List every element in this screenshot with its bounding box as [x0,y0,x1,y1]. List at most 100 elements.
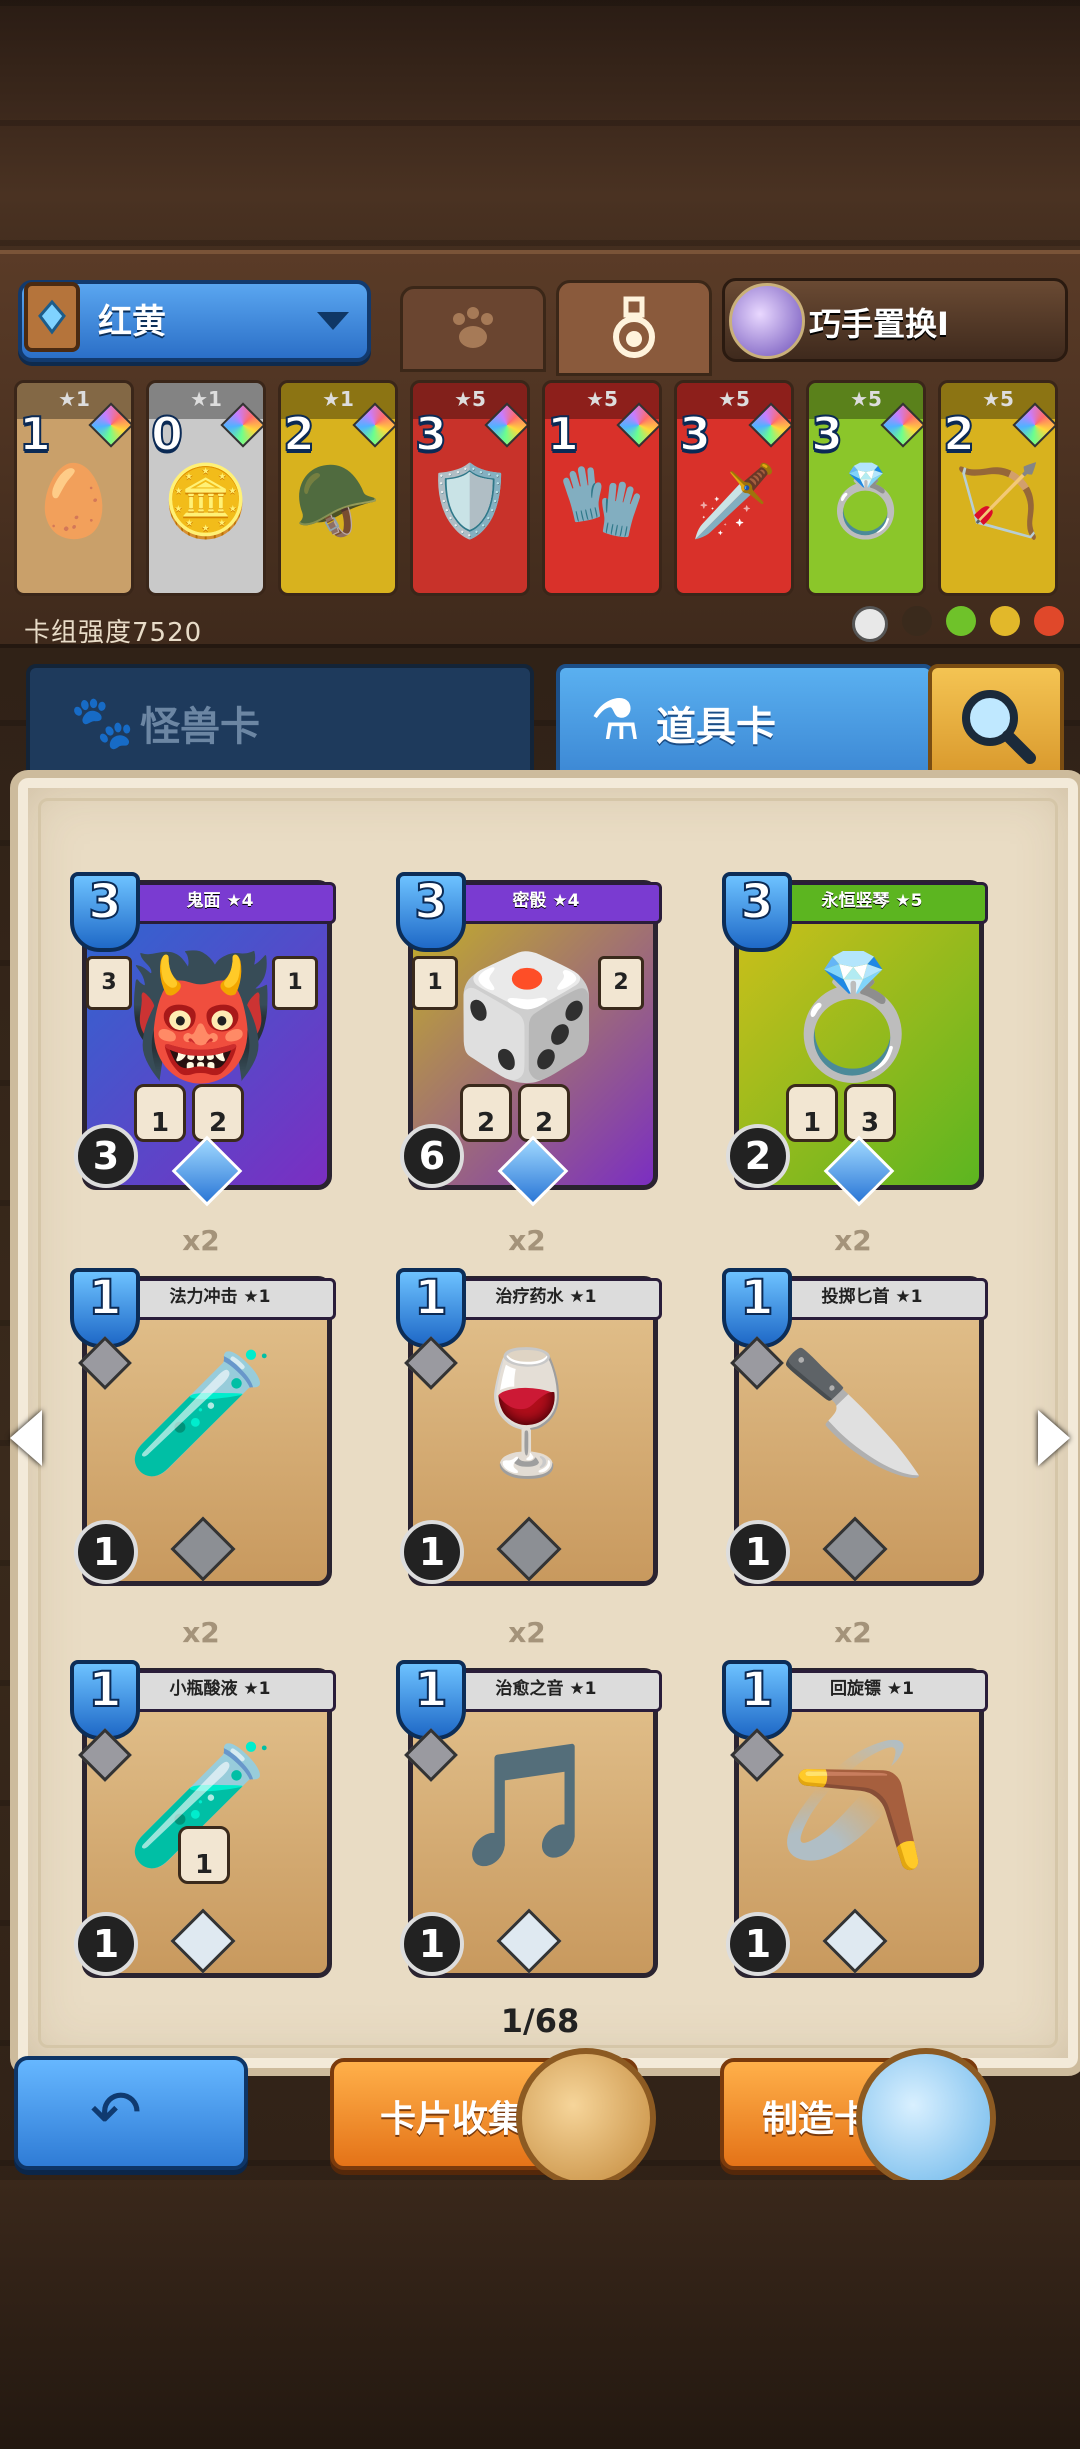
collection-card[interactable]: 密骰 ★4 3 🎲 1 2 2 2 6 [396,868,662,1207]
collection-card[interactable]: 鬼面 ★4 3 👹 3 1 1 2 3 [70,868,336,1207]
left-stat: 1 [412,956,458,1010]
card-name: 投掷匕首 ★1 [821,1287,923,1307]
swap-skill-box[interactable]: 巧手置换I [722,278,1068,362]
page-counter: 1/68 [500,2002,580,2040]
card-art-icon: 🪃 [778,1736,928,1875]
card-power: 1 [400,1520,464,1584]
deck-card[interactable]: ★5 1 🧤 [542,380,662,596]
card-power: 6 [400,1124,464,1188]
right-stat: 1 [272,956,318,1010]
search-button[interactable] [928,664,1064,784]
card-power: 3 [74,1124,138,1188]
card-art-icon: 🧪 [126,1344,276,1483]
card-cost: 1 [87,1661,122,1719]
bottom-stat: 2 [192,1084,244,1142]
spellbook-icon [16,276,90,362]
card-cost: 3 [413,873,448,931]
flask-icon [613,296,655,358]
deck-card[interactable]: ★5 2 🏹 [938,380,1058,596]
card-power: 1 [400,1912,464,1976]
card-name: 治愈之音 ★1 [495,1679,597,1699]
bottom-stat: 2 [518,1084,570,1142]
chevron-down-icon [317,312,349,330]
card-name: 密骰 ★4 [512,891,580,911]
back-button[interactable]: ↶ [14,2056,248,2170]
card-cost: 2 [282,406,316,462]
card-art-icon: 🎲 [452,948,602,1087]
card-name: 鬼面 ★4 [186,891,254,911]
card-collect-button[interactable]: 卡片收集 [330,2048,656,2188]
card-power: 2 [726,1124,790,1188]
card-art-icon: 🪙 [162,459,250,542]
card-name: 法力冲击 ★1 [169,1287,271,1307]
gold-filter-icon[interactable] [990,606,1020,636]
fire-filter-icon[interactable] [1034,606,1064,636]
search-icon [962,690,1036,764]
card-power: 1 [74,1520,138,1584]
all-filter-icon[interactable] [852,606,888,642]
collection-card[interactable]: x2 投掷匕首 ★1 1 🔪 1 [722,1224,988,1594]
deck-card[interactable]: ★5 3 🗡️ [674,380,794,596]
card-copies: x2 [508,1616,546,1649]
deck-card[interactable]: ★1 1 🥚 [14,380,134,596]
card-cost: 3 [810,406,844,462]
card-collect-label: 卡片收集 [380,2099,525,2140]
card-name: 治疗药水 ★1 [495,1287,597,1307]
deck-card[interactable]: ★5 3 💍 [806,380,926,596]
tab-monster-cards[interactable]: 🐾 怪兽卡 [26,664,534,784]
flask-icon: ⚗ [590,688,641,753]
left-stat: 3 [86,956,132,1010]
card-name: 回旋镖 ★1 [830,1679,914,1699]
collection-card[interactable]: x2 治疗药水 ★1 1 🍷 1 [396,1224,662,1594]
card-name: 小瓶酸液 ★1 [169,1679,271,1699]
paw-icon [453,307,493,348]
deck-power: 卡组强度7520 [24,618,203,648]
card-copies: x2 [834,1224,872,1257]
card-art-icon: 🗡️ [690,459,778,542]
swap-skill-label: 巧手置换I [809,305,949,343]
card-cost: 3 [739,873,774,931]
deck-selector[interactable]: 红黄 [18,280,371,362]
collection-card[interactable]: x2 小瓶酸液 ★1 1 🧪 1 1 [70,1616,336,1986]
next-page-arrow-icon[interactable] [1038,1410,1070,1466]
bottom-stat: 2 [460,1084,512,1142]
card-cost: 1 [413,1661,448,1719]
card-cost: 3 [414,406,448,462]
green-filter-icon[interactable] [946,606,976,636]
collection-card[interactable]: x2 治愈之音 ★1 1 🎵 1 [396,1616,662,1986]
tab-item-filter[interactable] [556,280,712,376]
card-power: 1 [726,1912,790,1976]
collection-card[interactable]: x2 法力冲击 ★1 1 🧪 1 [70,1224,336,1594]
card-art-icon: 🍷 [452,1344,602,1483]
deck-name: 红黄 [98,302,166,342]
tab-monster-label: 怪兽卡 [140,704,260,750]
deck-card[interactable]: ★5 3 🛡️ [410,380,530,596]
shield-filter-icon[interactable] [902,606,932,636]
card-cost: 1 [18,406,52,462]
card-cost: 2 [942,406,976,462]
card-art-icon: 🪖 [294,459,382,542]
card-copies: x2 [508,1224,546,1257]
collection-card[interactable]: x2 回旋镖 ★1 1 🪃 1 [722,1616,988,1986]
card-art-icon: 🎵 [452,1736,602,1875]
tab-monster-filter[interactable] [400,286,546,372]
tab-item-cards[interactable]: ⚗ 道具卡 [556,664,934,784]
card-cost: 3 [87,873,122,931]
card-cost: 3 [678,406,712,462]
deck-card-row: ★1 1 🥚 ★1 0 🪙 ★1 2 🪖 ★5 3 🛡️ ★5 1 🧤 ★5 3 🗡️ ★5 3 💍 ★5 2 🏹 [14,380,1066,596]
bottom-stat: 1 [134,1084,186,1142]
card-copies: x2 [182,1224,220,1257]
prev-page-arrow-icon[interactable] [10,1410,42,1466]
deck-card[interactable]: ★1 0 🪙 [146,380,266,596]
card-art-icon: 🔪 [778,1344,928,1483]
potion-jar-icon [856,2048,996,2188]
craft-card-button[interactable]: 制造卡片 [720,2048,996,2188]
card-art-icon: 🥚 [30,459,118,542]
collection-card[interactable]: 永恒竖琴 ★5 3 💍 1 3 2 [722,868,988,1207]
card-art-icon: 🏹 [954,459,1042,542]
card-art-icon: 💍 [822,459,910,542]
deck-card[interactable]: ★1 2 🪖 [278,380,398,596]
card-cost: 1 [546,406,580,462]
card-art-icon: 💍 [778,948,928,1087]
back-arrow-icon: ↶ [90,2076,142,2149]
